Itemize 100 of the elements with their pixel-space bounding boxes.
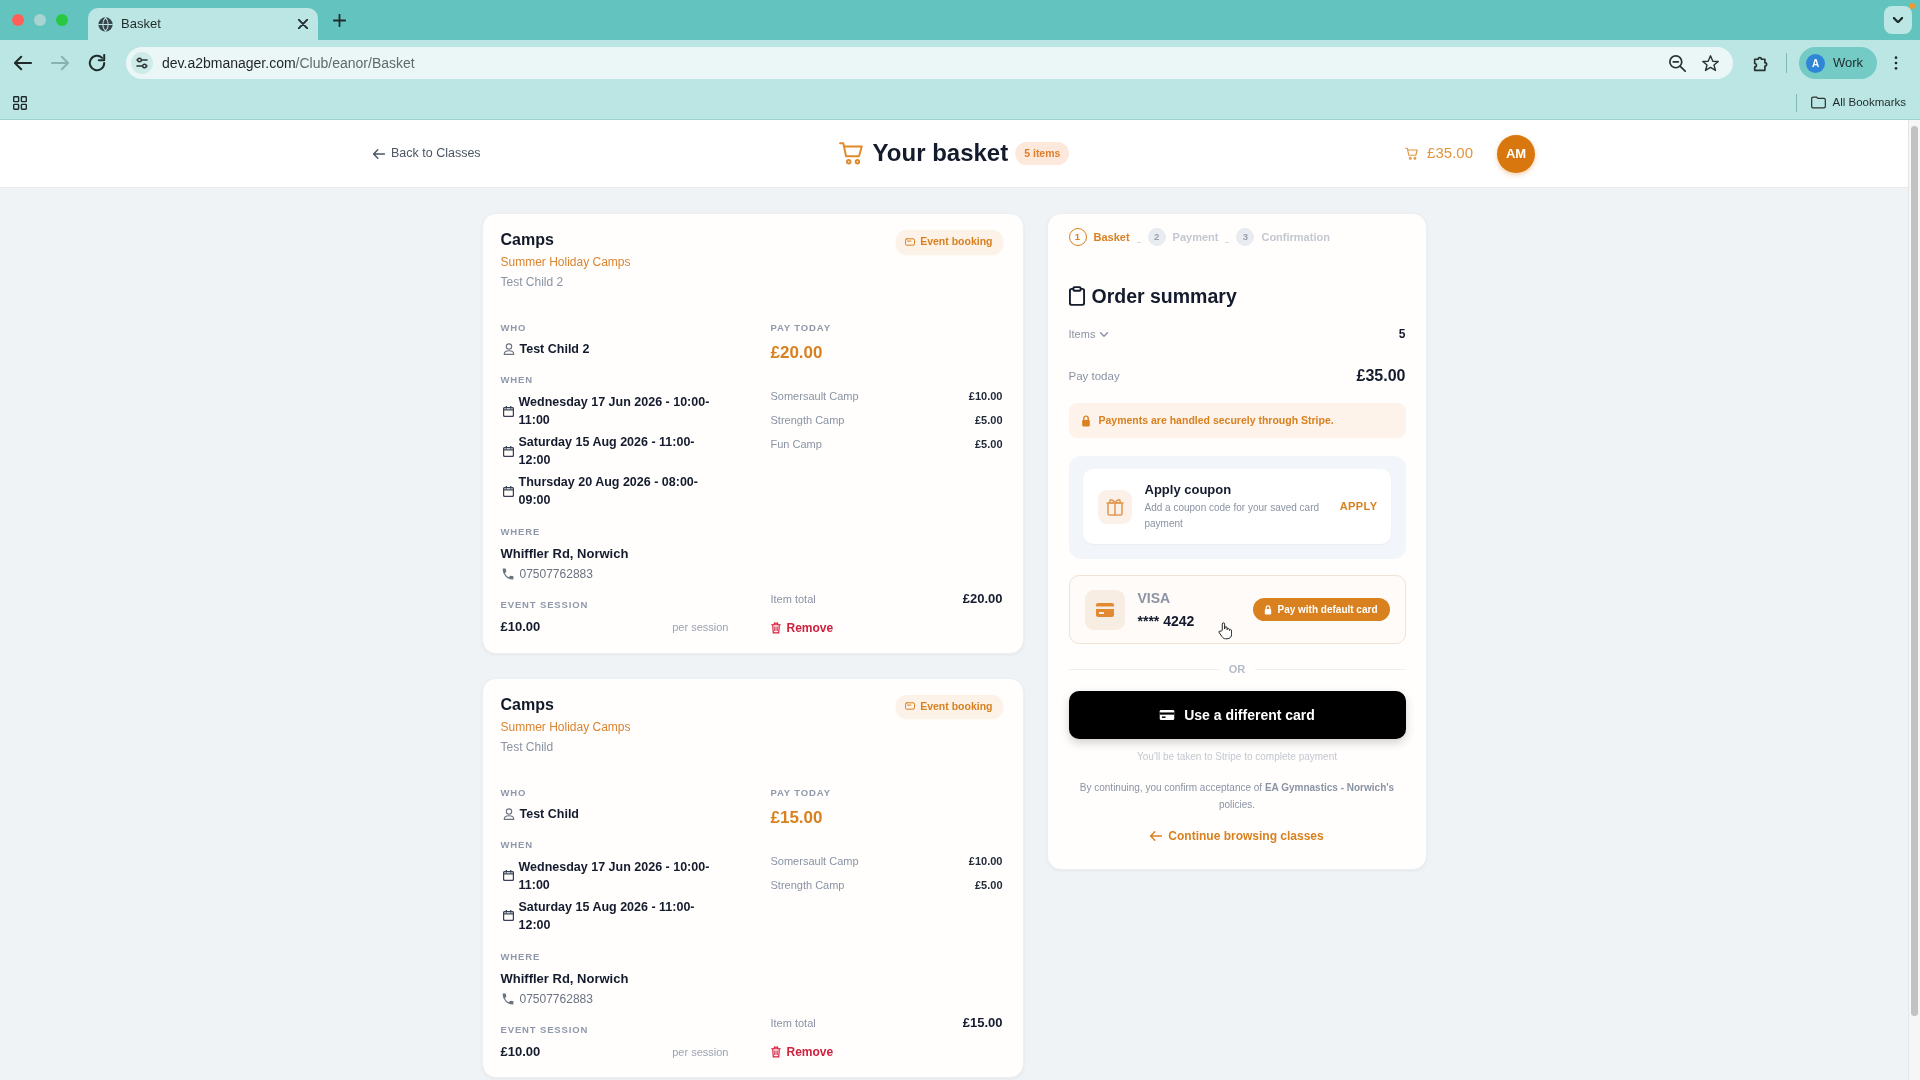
folder-icon — [1810, 96, 1826, 109]
bookmark-star-icon[interactable] — [1702, 54, 1719, 72]
item-category: Camps — [500, 230, 555, 250]
line-item-price: £5.00 — [974, 413, 1003, 428]
arrow-left-icon — [1150, 831, 1163, 841]
event-name: Summer Holiday Camps — [500, 718, 631, 735]
puzzle-icon[interactable] — [1753, 54, 1770, 72]
page-title: Your basket — [872, 139, 1009, 168]
url-text: dev.a2bmanager.com/Club/eanor/Basket — [162, 53, 415, 73]
price-unit: per session — [672, 1044, 729, 1060]
section-label: EVENT SESSION — [500, 599, 590, 611]
site-settings-icon[interactable] — [131, 52, 153, 74]
line-item-price: £5.00 — [974, 437, 1003, 452]
booking-type-text: Event booking — [920, 234, 993, 249]
redirect-note: You'll be taken to Stripe to complete payment — [1136, 750, 1338, 764]
calendar-icon — [502, 405, 514, 417]
line-item-price: £10.00 — [968, 853, 1003, 869]
section-label: WHO — [500, 322, 528, 334]
coupon-description: Add a coupon code for your saved card payment — [1144, 500, 1321, 531]
trash-icon — [770, 621, 781, 634]
step-connector — [1225, 241, 1230, 243]
clipboard-icon — [1068, 286, 1085, 306]
event-name: Summer Holiday Camps — [500, 254, 631, 270]
participant-name: Test Child — [500, 738, 555, 755]
pay-default-card-button[interactable]: Pay with default card — [1253, 598, 1390, 621]
browser-tab[interactable]: Basket — [88, 8, 318, 40]
menu-icon[interactable] — [1894, 56, 1899, 70]
address-bar[interactable]: dev.a2bmanager.com/Club/eanor/Basket — [126, 47, 1733, 79]
items-toggle[interactable]: Items — [1068, 326, 1109, 342]
profile-button[interactable]: A Work — [1799, 47, 1878, 79]
step-label: Confirmation — [1261, 229, 1330, 245]
participant-name: Test Child 2 — [500, 274, 565, 290]
chevron-down-icon — [1100, 331, 1109, 337]
terms-text: By continuing, you confirm acceptance of EA Gymnastics - Norwich's policies. — [1078, 781, 1396, 812]
scrollbar-thumb[interactable] — [1911, 126, 1918, 1016]
line-item-price: £10.00 — [968, 389, 1003, 404]
price-unit: per session — [672, 620, 729, 635]
section-label: EVENT SESSION — [500, 1023, 590, 1036]
venue-name: Whiffler Rd, Norwich — [500, 970, 630, 987]
continue-browsing-link[interactable]: Continue browsing classes — [1150, 828, 1324, 844]
session-date: Wednesday 17 Jun 2026 - 10:00-11:00 — [518, 858, 711, 894]
section-label: PAY TODAY — [770, 786, 832, 799]
bookmarks-folder-button[interactable]: All Bookmarks — [1810, 93, 1906, 112]
session-date: Thursday 20 Aug 2026 - 08:00-09:00 — [518, 474, 699, 509]
step-number: 1 — [1068, 228, 1087, 246]
session-price: £10.00 — [500, 1043, 541, 1060]
zoom-out-icon[interactable] — [1669, 54, 1686, 72]
step-label: Basket — [1093, 229, 1130, 245]
pay-today-amount: £20.00 — [770, 342, 824, 364]
different-card-button[interactable]: Use a different card — [1068, 691, 1406, 739]
lock-icon — [1264, 604, 1273, 615]
credit-card-icon — [1084, 589, 1125, 630]
user-avatar[interactable]: AM — [1497, 134, 1535, 173]
remove-button[interactable]: Remove — [770, 1044, 834, 1060]
person-icon — [502, 343, 515, 355]
calendar-icon — [502, 870, 514, 881]
lock-icon — [1080, 414, 1091, 427]
security-text: Payments are handled securely through Stripe. — [1098, 412, 1334, 428]
item-count-badge: 5 items — [1015, 141, 1070, 166]
child-name: Test Child — [519, 805, 579, 822]
apps-grid-icon[interactable] — [13, 95, 27, 110]
section-label: WHERE — [500, 950, 542, 963]
line-item-name: Strength Camp — [770, 877, 845, 893]
item-total-label: Item total — [770, 591, 816, 607]
scrollbar[interactable] — [1908, 120, 1920, 1080]
section-label: WHERE — [500, 526, 542, 538]
plus-icon[interactable] — [333, 13, 346, 27]
remove-button[interactable]: Remove — [770, 619, 834, 636]
credit-card-icon — [1159, 709, 1176, 721]
phone-icon — [501, 568, 514, 580]
back-link[interactable]: Back to Classes — [373, 144, 481, 163]
ticket-icon — [905, 702, 916, 711]
chevron-down-icon — [1893, 17, 1903, 23]
summary-title: Order summary — [1091, 284, 1237, 308]
session-price: £10.00 — [500, 619, 541, 635]
cart-icon — [838, 141, 865, 166]
apply-coupon-button[interactable]: APPLY — [1339, 498, 1378, 515]
section-label: PAY TODAY — [770, 322, 832, 334]
pay-today-label: Pay today — [1068, 369, 1120, 384]
item-total-amount: £15.00 — [962, 1015, 1003, 1031]
cart-icon — [1405, 147, 1420, 160]
session-date: Saturday 15 Aug 2026 - 11:00-12:00 — [518, 898, 696, 934]
line-item-name: Somersault Camp — [770, 853, 859, 869]
coupon-title: Apply coupon — [1144, 481, 1233, 498]
calendar-icon — [502, 485, 514, 497]
person-icon — [502, 807, 515, 820]
ticket-icon — [905, 237, 916, 246]
calendar-icon — [502, 445, 514, 457]
item-total-amount: £20.00 — [962, 590, 1003, 607]
gift-icon — [1097, 489, 1132, 524]
tab-search-button[interactable] — [1884, 6, 1912, 34]
step-connector — [1136, 241, 1141, 243]
trash-icon — [770, 1046, 781, 1058]
close-icon[interactable] — [298, 19, 308, 29]
hand-pointer-icon — [1216, 621, 1232, 640]
venue-name: Whiffler Rd, Norwich — [500, 546, 630, 562]
back-icon[interactable] — [14, 54, 32, 72]
items-count: 5 — [1398, 326, 1406, 342]
reload-icon[interactable] — [88, 54, 106, 72]
section-label: WHEN — [500, 838, 534, 851]
